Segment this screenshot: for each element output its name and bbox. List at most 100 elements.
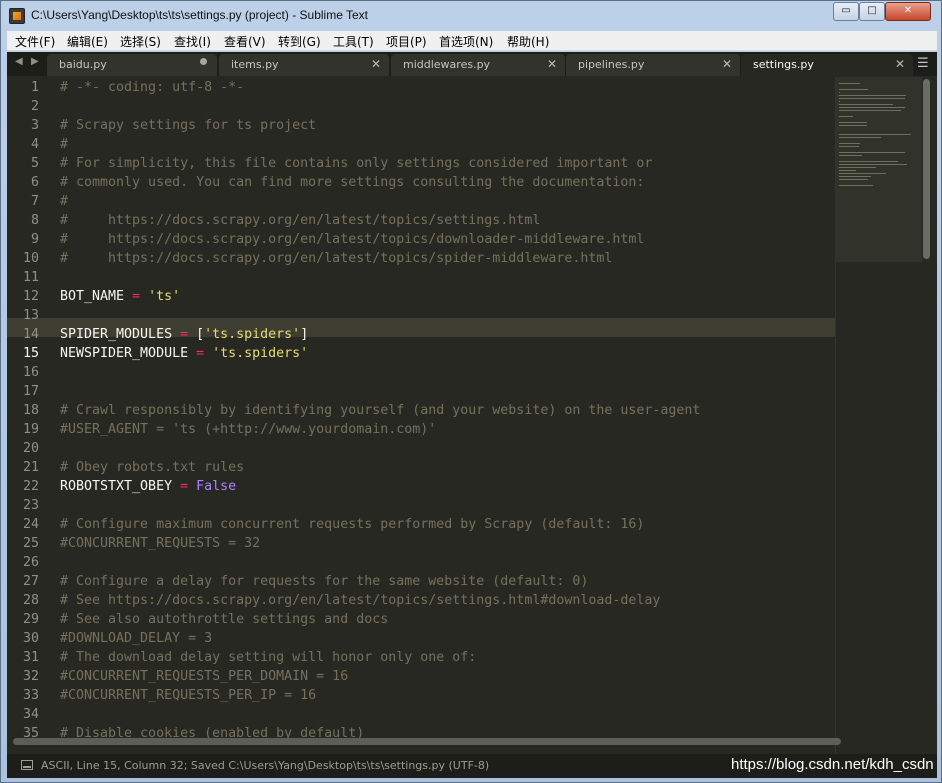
code-token: # Crawl responsibly by identifying yours…	[60, 403, 701, 418]
code-token: # -*- coding: utf-8 -*-	[60, 80, 245, 95]
horizontal-scrollbar[interactable]	[13, 738, 841, 745]
code-token: #	[60, 137, 69, 152]
minimap-line	[839, 179, 868, 180]
watermark-text: https://blog.csdn.net/kdh_csdn	[731, 756, 934, 773]
code-token: BOT_NAME	[60, 289, 133, 304]
line-number: 6	[30, 175, 39, 190]
menu-bar: 文件(F) 编辑(E) 选择(S) 查找(I) 查看(V) 转到(G) 工具(T…	[7, 31, 937, 51]
menu-help[interactable]: 帮助(H)	[507, 33, 549, 50]
menu-edit[interactable]: 编辑(E)	[67, 33, 108, 50]
line-number: 16	[22, 365, 39, 380]
code-area[interactable]: # -*- coding: utf-8 -*- # Scrapy settings…	[51, 77, 835, 767]
line-number: 7	[30, 194, 39, 209]
minimap-line	[839, 98, 905, 99]
status-bar: ASCII, Line 15, Column 32; Saved C:\User…	[7, 754, 937, 778]
code-line: # https://docs.scrapy.org/en/latest/topi…	[60, 230, 644, 249]
minimap-line	[839, 185, 873, 186]
tab-prev-icon[interactable]: ◀	[15, 56, 23, 67]
minimap-line	[839, 170, 856, 171]
line-number: 14	[22, 327, 39, 342]
minimap-line	[839, 173, 886, 174]
close-button[interactable]: ✕	[885, 2, 931, 21]
line-number: 29	[22, 612, 39, 627]
minimap-line	[839, 176, 871, 177]
code-token: # The download delay setting will honor …	[60, 650, 477, 665]
minimize-button[interactable]: ▭	[833, 2, 859, 21]
code-line: #CONCURRENT_REQUESTS_PER_DOMAIN = 16	[60, 667, 348, 686]
minimap-line	[839, 83, 860, 84]
minimap[interactable]	[835, 77, 922, 767]
code-token: SPIDER_MODULES	[60, 327, 181, 342]
line-number: 24	[22, 517, 39, 532]
minimap-line	[839, 89, 868, 90]
minimap-line	[839, 143, 860, 144]
tab-middlewares[interactable]: middlewares.py ✕	[391, 54, 565, 76]
line-number: 26	[22, 555, 39, 570]
code-token: # Scrapy settings for ts project	[60, 118, 317, 133]
line-number: 28	[22, 593, 39, 608]
code-token: #	[60, 194, 69, 209]
minimap-line	[839, 137, 881, 138]
tab-list-menu-icon[interactable]: ☰	[917, 56, 929, 71]
line-number: 11	[22, 270, 39, 285]
menu-project[interactable]: 项目(P)	[386, 33, 427, 50]
code-line: # -*- coding: utf-8 -*-	[60, 78, 244, 97]
menu-tools[interactable]: 工具(T)	[333, 33, 374, 50]
code-line: # For simplicity, this file contains onl…	[60, 154, 652, 173]
code-token: 'ts.spiders'	[212, 346, 309, 361]
tab-close-icon[interactable]: ✕	[895, 57, 905, 71]
panel-toggle-icon[interactable]	[21, 760, 33, 770]
minimap-line	[839, 107, 905, 108]
tab-baidu[interactable]: baidu.py	[47, 54, 217, 76]
maximize-button[interactable]: □	[859, 2, 885, 21]
line-number: 32	[22, 669, 39, 684]
line-number: 12	[22, 289, 39, 304]
menu-file[interactable]: 文件(F)	[15, 33, 55, 50]
code-token: # https://docs.scrapy.org/en/latest/topi…	[60, 232, 645, 247]
tab-next-icon[interactable]: ▶	[31, 56, 39, 67]
line-number-gutter[interactable]: 1 2 3 4 5 6 7 8 9 10 11 12 13 14 15 16 17 18 19 20 21 22 23 24 2…	[7, 77, 51, 767]
tab-label: middlewares.py	[403, 58, 491, 71]
code-line: NEWSPIDER_MODULE = 'ts.spiders'	[60, 344, 308, 363]
title-bar: C:\Users\Yang\Desktop\ts\ts\settings.py …	[1, 1, 941, 31]
tab-pipelines[interactable]: pipelines.py ✕	[566, 54, 740, 76]
minimap-line	[839, 152, 905, 153]
code-token: #CONCURRENT_REQUESTS = 32	[60, 536, 261, 551]
code-token: =	[180, 327, 189, 342]
code-token: =	[132, 289, 141, 304]
menu-selection[interactable]: 选择(S)	[120, 33, 161, 50]
code-token: 'ts.spiders'	[204, 327, 301, 342]
minimap-line	[839, 122, 867, 123]
code-token: # https://docs.scrapy.org/en/latest/topi…	[60, 213, 541, 228]
line-number: 22	[22, 479, 39, 494]
menu-preferences[interactable]: 首选项(N)	[439, 33, 493, 50]
code-line: # Obey robots.txt rules	[60, 458, 244, 477]
code-token: ]	[300, 327, 309, 342]
tab-settings[interactable]: settings.py ✕	[741, 54, 913, 76]
tab-bar: ◀ ▶ baidu.py items.py ✕ middlewares.py ✕…	[7, 52, 937, 76]
code-line: # commonly used. You can find more setti…	[60, 173, 644, 192]
code-line: # See also autothrottle settings and doc…	[60, 610, 388, 629]
code-token: #CONCURRENT_REQUESTS_PER_DOMAIN = 16	[60, 669, 349, 684]
tab-close-icon[interactable]: ✕	[722, 57, 732, 71]
tab-close-icon[interactable]: ✕	[371, 57, 381, 71]
code-line: #	[60, 192, 68, 211]
code-line: #DOWNLOAD_DELAY = 3	[60, 629, 212, 648]
status-text: ASCII, Line 15, Column 32; Saved C:\User…	[41, 759, 490, 772]
code-line: #CONCURRENT_REQUESTS_PER_IP = 16	[60, 686, 316, 705]
tab-items[interactable]: items.py ✕	[219, 54, 389, 76]
minimap-line	[839, 161, 898, 162]
minimap-line	[839, 110, 901, 111]
line-number: 33	[22, 688, 39, 703]
code-token: =	[180, 479, 189, 494]
minimap-line	[839, 134, 911, 135]
code-line: #	[60, 135, 68, 154]
menu-view[interactable]: 查看(V)	[224, 33, 266, 50]
menu-find[interactable]: 查找(I)	[174, 33, 211, 50]
menu-goto[interactable]: 转到(G)	[278, 33, 321, 50]
line-number: 23	[22, 498, 39, 513]
vertical-scrollbar[interactable]	[923, 79, 930, 259]
tab-close-icon[interactable]: ✕	[547, 57, 557, 71]
line-number: 5	[30, 156, 39, 171]
